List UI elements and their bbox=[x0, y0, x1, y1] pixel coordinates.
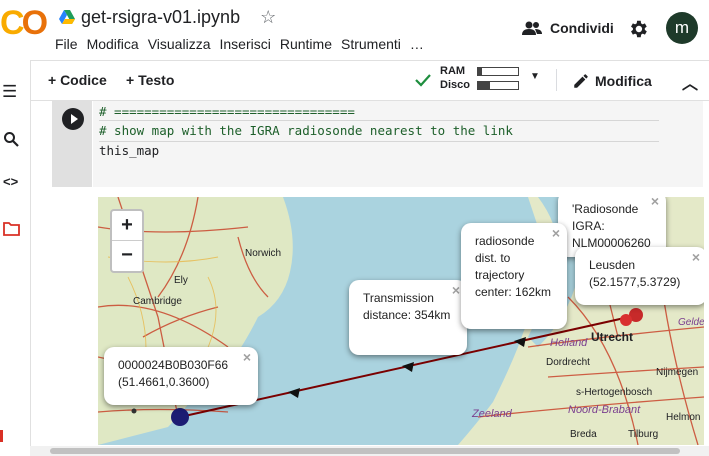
place-label: Tilburg bbox=[628, 429, 659, 440]
zoom-control: + − bbox=[110, 209, 144, 273]
code-line[interactable]: # ================================ bbox=[99, 103, 355, 121]
disk-fill bbox=[478, 82, 490, 89]
check-icon bbox=[415, 74, 431, 87]
menu-bar: File Modifica Visualizza Inserisci Runti… bbox=[55, 36, 433, 52]
popup-text: 0000024B0B030F66 (51.4661,0.3600) bbox=[118, 358, 229, 389]
share-button[interactable]: Condividi bbox=[522, 20, 614, 36]
ram-fill bbox=[478, 68, 482, 75]
toc-icon[interactable]: ☰ bbox=[2, 82, 17, 102]
gear-icon[interactable] bbox=[627, 18, 649, 40]
menu-inserisci[interactable]: Inserisci bbox=[219, 36, 276, 52]
popup-start-point: × 0000024B0B030F66 (51.4661,0.3600) bbox=[104, 347, 258, 405]
edit-button[interactable]: Modifica bbox=[572, 72, 652, 90]
place-label: Zeeland bbox=[472, 408, 512, 420]
menu-strumenti[interactable]: Strumenti bbox=[341, 36, 407, 52]
scrollbar-thumb[interactable] bbox=[50, 448, 680, 454]
close-icon[interactable]: × bbox=[243, 349, 251, 366]
code-snippets-icon[interactable]: <> bbox=[3, 174, 18, 189]
add-text-button[interactable]: + Testo bbox=[126, 72, 174, 88]
place-label: Breda bbox=[570, 429, 597, 440]
place-label: Helmon bbox=[666, 412, 701, 423]
edit-label: Modifica bbox=[595, 73, 652, 89]
avatar[interactable]: m bbox=[666, 12, 698, 44]
share-label: Condividi bbox=[550, 20, 614, 36]
folder-icon[interactable] bbox=[3, 222, 20, 236]
place-label: Norwich bbox=[245, 248, 282, 259]
code-line[interactable]: this_map bbox=[99, 142, 159, 160]
colab-logo[interactable]: CO bbox=[0, 4, 48, 43]
close-icon[interactable]: × bbox=[692, 249, 700, 266]
code-editor[interactable]: # ================================ # sho… bbox=[93, 101, 703, 187]
collapse-chevron-icon[interactable]: ︿ bbox=[682, 70, 698, 94]
ram-usage-bar[interactable] bbox=[477, 67, 519, 76]
resources-dropdown-icon[interactable]: ▼ bbox=[530, 71, 540, 82]
menu-visualizza[interactable]: Visualizza bbox=[148, 36, 217, 52]
left-rail: ☰ <> bbox=[0, 60, 31, 456]
menu-modifica[interactable]: Modifica bbox=[87, 36, 145, 52]
drive-icon bbox=[59, 10, 75, 24]
search-icon[interactable] bbox=[3, 131, 19, 147]
menu-file[interactable]: File bbox=[55, 36, 84, 52]
run-cell-button[interactable] bbox=[62, 108, 84, 130]
place-label: Noord-Brabant bbox=[568, 404, 641, 416]
place-label: Ely bbox=[174, 275, 188, 286]
star-icon[interactable]: ☆ bbox=[260, 7, 276, 28]
zoom-in-button[interactable]: + bbox=[112, 211, 142, 241]
popup-transmission: × Transmission distance: 354km bbox=[349, 280, 467, 355]
menu-runtime[interactable]: Runtime bbox=[280, 36, 338, 52]
title-row: get-rsigra-v01.ipynb ☆ bbox=[59, 6, 276, 28]
rail-marker bbox=[0, 430, 3, 442]
zoom-out-button[interactable]: − bbox=[112, 241, 142, 270]
place-label: Nijmegen bbox=[656, 367, 699, 378]
close-icon[interactable]: × bbox=[452, 282, 460, 299]
map-view[interactable]: Norwich Ely Cambridge Utrecht Dordrecht … bbox=[98, 197, 704, 445]
pencil-icon bbox=[574, 74, 588, 88]
disk-label: Disco bbox=[440, 79, 470, 91]
close-icon[interactable]: × bbox=[552, 225, 560, 242]
popup-text: Transmission distance: 354km bbox=[363, 291, 451, 322]
code-line[interactable]: # show map with the IGRA radiosonde near… bbox=[99, 122, 513, 140]
close-icon[interactable]: × bbox=[651, 197, 659, 210]
place-label: Cambridge bbox=[133, 296, 182, 307]
people-icon bbox=[522, 21, 542, 35]
play-icon bbox=[71, 114, 78, 124]
place-label: Holland bbox=[550, 337, 588, 349]
popup-text: radiosonde dist. to trajectory center: 1… bbox=[475, 234, 552, 299]
popup-text: Leusden (52.1577,5.3729) bbox=[589, 258, 681, 289]
popup-text: 'Radiosonde IGRA: NLM00006260 bbox=[572, 202, 651, 250]
place-label: Dordrecht bbox=[546, 357, 590, 368]
popup-leusden: × Leusden (52.1577,5.3729) bbox=[575, 247, 704, 305]
toolbar: + Codice + Testo Modifica ︿ ▼ bbox=[0, 60, 709, 101]
notebook-title[interactable]: get-rsigra-v01.ipynb bbox=[81, 7, 240, 28]
ram-label: RAM bbox=[440, 65, 466, 77]
disk-usage-bar[interactable] bbox=[477, 81, 519, 90]
place-label: s-Hertogenbosch bbox=[576, 387, 653, 398]
popup-radiosonde-distance: × radiosonde dist. to trajectory center:… bbox=[461, 223, 567, 329]
place-label: Utrecht bbox=[591, 330, 634, 344]
place-label: Gelder bbox=[678, 317, 704, 328]
menu-more[interactable]: … bbox=[410, 36, 430, 52]
add-code-button[interactable]: + Codice bbox=[48, 72, 107, 88]
toolbar-divider bbox=[556, 69, 557, 91]
